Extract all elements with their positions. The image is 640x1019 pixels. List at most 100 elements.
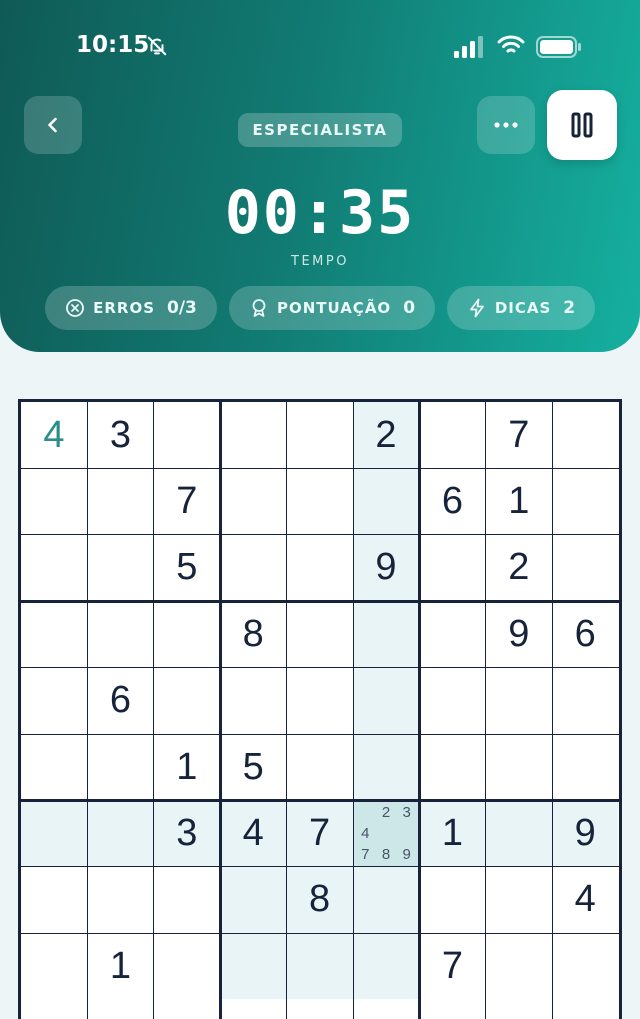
sudoku-cell[interactable] [287, 402, 353, 468]
grid-line-horizontal [21, 534, 619, 536]
sudoku-cell[interactable] [87, 734, 153, 800]
sudoku-cell[interactable] [552, 668, 618, 734]
more-button[interactable] [477, 96, 535, 154]
sudoku-cell[interactable] [287, 468, 353, 534]
pause-button[interactable] [547, 90, 617, 160]
sudoku-cell[interactable] [21, 601, 87, 667]
sudoku-cell[interactable]: 1 [154, 734, 220, 800]
sudoku-cell[interactable] [287, 734, 353, 800]
box-divider-vertical [417, 402, 421, 1019]
sudoku-cell[interactable] [287, 535, 353, 601]
sudoku-cell[interactable] [220, 468, 286, 534]
sudoku-cell[interactable] [485, 800, 552, 867]
sudoku-cell[interactable]: 3 [87, 402, 153, 468]
sudoku-cell[interactable] [552, 535, 618, 601]
sudoku-cell[interactable]: 9 [552, 800, 619, 867]
sudoku-cell[interactable]: 7 [419, 933, 485, 999]
sudoku-cell[interactable] [486, 668, 552, 734]
sudoku-cell[interactable] [552, 933, 618, 999]
sudoku-cell[interactable] [154, 601, 220, 667]
sudoku-cell[interactable] [353, 601, 419, 668]
sudoku-cell[interactable] [552, 402, 618, 468]
sudoku-cell[interactable] [87, 867, 153, 933]
sudoku-cell[interactable]: 5 [220, 734, 286, 800]
sudoku-cell[interactable]: 5 [154, 535, 220, 601]
cell-digit: 6 [109, 679, 131, 722]
sudoku-cell[interactable] [154, 933, 220, 999]
sudoku-cell[interactable] [353, 468, 419, 535]
sudoku-cell[interactable] [552, 734, 618, 800]
sudoku-cell[interactable]: 1 [419, 800, 486, 867]
sudoku-cell[interactable] [486, 867, 552, 933]
sudoku-cell[interactable]: 8 [220, 601, 286, 667]
grid-line-vertical [86, 402, 88, 1019]
hints-chip[interactable]: DICAS 2 [447, 286, 595, 330]
sudoku-cell[interactable] [87, 800, 154, 867]
sudoku-cell[interactable] [220, 402, 286, 468]
cell-digit: 1 [176, 745, 198, 788]
cell-digit: 9 [508, 612, 530, 655]
sudoku-cell[interactable] [220, 866, 287, 933]
sudoku-cell[interactable] [21, 734, 87, 800]
cell-digit: 6 [441, 479, 463, 522]
sudoku-cell[interactable] [154, 668, 220, 734]
sudoku-cell[interactable]: 4 [21, 402, 87, 468]
sudoku-cell[interactable] [286, 933, 353, 1000]
sudoku-cell[interactable] [87, 535, 153, 601]
sudoku-cell[interactable] [419, 535, 485, 601]
sudoku-cell[interactable]: 3 [153, 800, 220, 867]
sudoku-cell[interactable]: 7 [486, 402, 552, 468]
sudoku-cell[interactable]: 9 [486, 601, 552, 667]
sudoku-cell[interactable]: 6 [419, 468, 485, 534]
sudoku-cell[interactable] [419, 867, 485, 933]
sudoku-cell[interactable] [21, 468, 87, 534]
sudoku-cell[interactable] [87, 601, 153, 667]
sudoku-cell[interactable] [419, 668, 485, 734]
sudoku-cell[interactable] [419, 601, 485, 667]
sudoku-cell[interactable] [21, 535, 87, 601]
chevron-left-icon [48, 117, 57, 133]
sudoku-cell[interactable] [21, 800, 87, 867]
sudoku-cell[interactable] [154, 867, 220, 933]
pause-icon [571, 112, 593, 138]
sudoku-cell[interactable]: 1 [486, 468, 552, 534]
sudoku-cell[interactable]: 1 [87, 933, 153, 999]
sudoku-cell[interactable] [154, 402, 220, 468]
grid-line-vertical [352, 402, 354, 1019]
sudoku-board: 4327761592896615347234789198417 [18, 399, 622, 1019]
sudoku-cell[interactable] [220, 535, 286, 601]
sudoku-cell[interactable] [486, 734, 552, 800]
sudoku-cell[interactable]: 2 [486, 535, 552, 601]
back-button[interactable] [24, 96, 82, 154]
sudoku-cell[interactable] [552, 468, 618, 534]
sudoku-cell[interactable]: 6 [87, 668, 153, 734]
sudoku-cell[interactable] [419, 734, 485, 800]
sudoku-cell[interactable] [87, 468, 153, 534]
sudoku-cell[interactable]: 23 4 789 [353, 800, 419, 867]
sudoku-cell[interactable]: 6 [552, 601, 618, 667]
sudoku-cell[interactable] [287, 601, 353, 667]
sudoku-cell[interactable] [353, 734, 419, 800]
sudoku-cell[interactable] [486, 933, 552, 999]
wifi-icon [497, 35, 525, 53]
sudoku-cell[interactable] [220, 668, 286, 734]
sudoku-cell[interactable] [21, 867, 87, 933]
sudoku-cell[interactable] [220, 933, 287, 1000]
sudoku-cell[interactable] [353, 667, 419, 734]
sudoku-cell[interactable]: 4 [552, 867, 618, 933]
note-digit: 7 [361, 845, 370, 863]
grid-line-horizontal [21, 733, 619, 735]
sudoku-cell[interactable]: 7 [154, 468, 220, 534]
sudoku-cell[interactable] [353, 933, 419, 1000]
sudoku-cell[interactable]: 2 [353, 402, 419, 468]
sudoku-cell[interactable]: 9 [353, 534, 419, 601]
sudoku-cell[interactable] [287, 668, 353, 734]
sudoku-cell[interactable]: 7 [286, 800, 353, 867]
sudoku-cell[interactable]: 8 [286, 866, 353, 933]
sudoku-cell[interactable] [419, 402, 485, 468]
grid-line-horizontal [21, 866, 619, 868]
sudoku-cell[interactable] [21, 933, 87, 999]
sudoku-cell[interactable] [21, 668, 87, 734]
sudoku-cell[interactable] [353, 866, 419, 933]
sudoku-cell[interactable]: 4 [220, 800, 287, 867]
